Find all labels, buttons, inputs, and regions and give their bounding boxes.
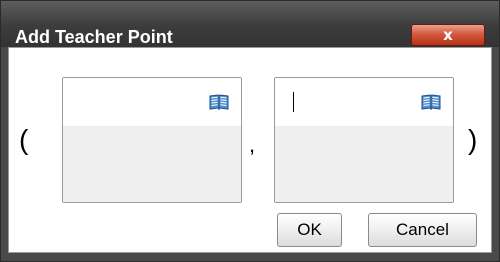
- y-field-lower: [275, 126, 453, 202]
- cancel-button[interactable]: Cancel: [368, 213, 477, 247]
- close-icon: x: [443, 26, 453, 44]
- title-bar: Add Teacher Point x: [1, 1, 499, 47]
- add-teacher-point-dialog: Add Teacher Point x ( ,) OK Cancel: [0, 0, 500, 262]
- book-icon[interactable]: [421, 94, 441, 111]
- x-field-lower: [63, 126, 241, 202]
- close-button[interactable]: x: [411, 24, 485, 46]
- text-cursor: [293, 92, 294, 112]
- coordinate-separator: ,: [249, 132, 256, 157]
- ok-button[interactable]: OK: [277, 213, 342, 247]
- x-coordinate-field[interactable]: [62, 77, 242, 203]
- dialog-content: ( ,) OK Cancel: [8, 47, 492, 253]
- close-paren: ): [468, 124, 478, 155]
- y-coordinate-field[interactable]: [274, 77, 454, 203]
- book-icon[interactable]: [209, 94, 229, 111]
- open-paren: (: [19, 124, 29, 155]
- dialog-title: Add Teacher Point: [15, 27, 173, 47]
